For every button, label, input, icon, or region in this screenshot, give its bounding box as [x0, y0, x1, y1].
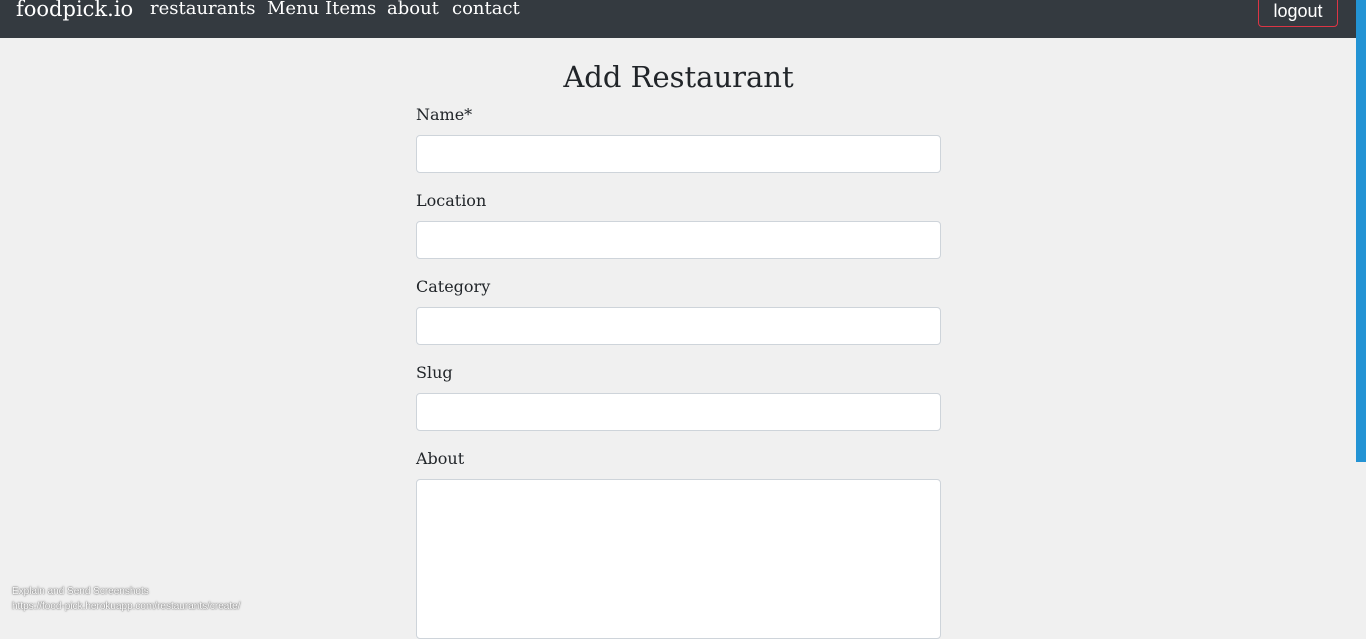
category-input[interactable]: [416, 307, 941, 345]
nav-link-about[interactable]: about: [387, 0, 439, 22]
logout-button[interactable]: logout: [1258, 0, 1338, 27]
name-label: Name*: [416, 105, 473, 124]
name-input[interactable]: [416, 135, 941, 173]
scrollbar-track[interactable]: [1356, 462, 1366, 625]
screenshot-tool-caption: Explain and Send Screenshots: [12, 586, 149, 597]
nav-link-menu-items[interactable]: Menu Items: [267, 0, 376, 22]
nav-link-restaurants[interactable]: restaurants: [150, 0, 255, 22]
about-label: About: [416, 449, 465, 468]
slug-label: Slug: [416, 363, 453, 382]
location-label: Location: [416, 191, 487, 210]
location-input[interactable]: [416, 221, 941, 259]
navbar: foodpick.io restaurants Menu Items about…: [0, 0, 1356, 38]
nav-link-contact[interactable]: contact: [452, 0, 520, 22]
brand-link[interactable]: foodpick.io: [16, 0, 133, 22]
about-textarea[interactable]: [416, 479, 941, 639]
scrollbar-thumb[interactable]: [1356, 0, 1366, 462]
category-label: Category: [416, 277, 491, 296]
page-url-caption: https://food-pick.herokuapp.com/restaura…: [12, 601, 241, 612]
slug-input[interactable]: [416, 393, 941, 431]
page-title: Add Restaurant: [563, 60, 794, 94]
